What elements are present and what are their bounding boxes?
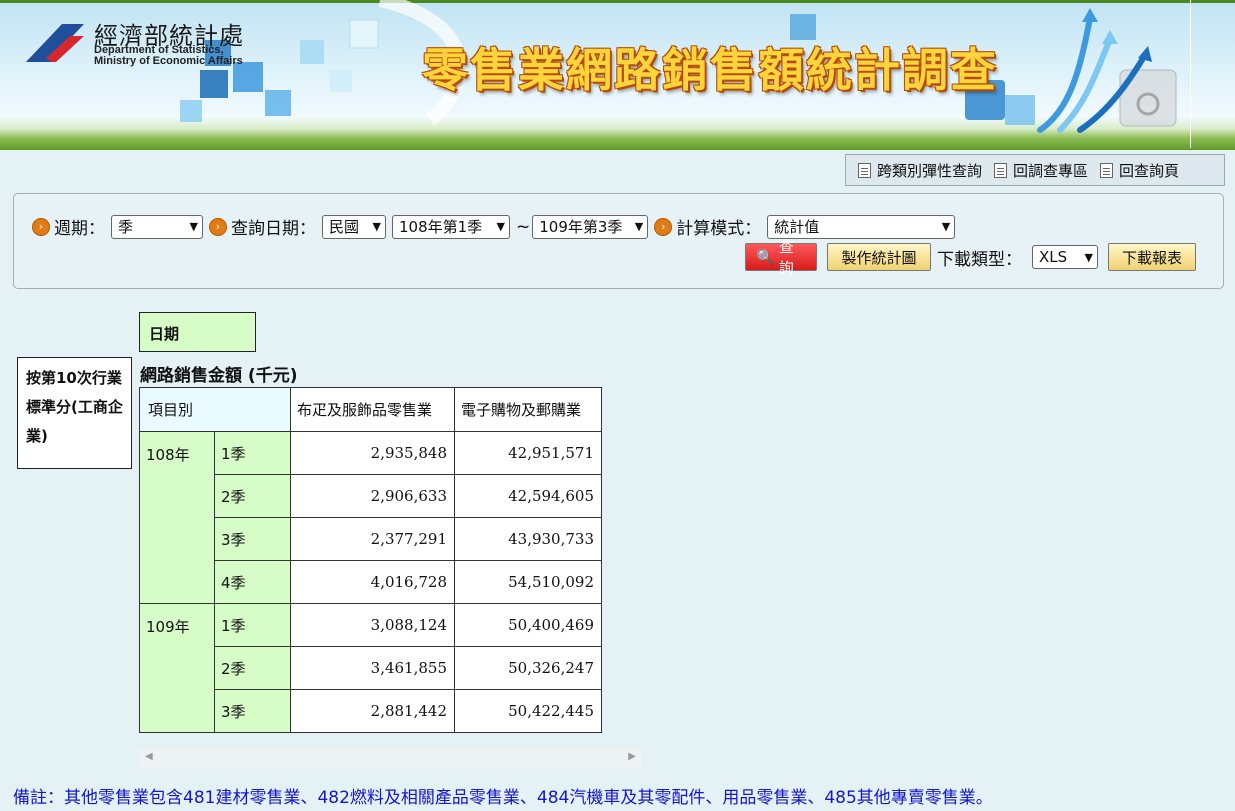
calendar-select[interactable]: 民國 ▼ <box>322 214 386 239</box>
year-cell: 108年 <box>139 431 215 604</box>
query-row: › 週期： 季 ▼ › 查詢日期： 民國 ▼ 108年第1季 ▼ ~ 109年第… <box>32 214 961 239</box>
chevron-down-icon: ▼ <box>1084 250 1093 264</box>
quarter-cell: 2季 <box>214 474 291 518</box>
value-cell: 3,461,855 <box>290 646 455 690</box>
top-link-bar: 跨類別彈性查詢 回調查專區 回查詢頁 <box>845 154 1225 186</box>
arrow-bullet-icon: › <box>209 217 227 236</box>
value-cell: 3,088,124 <box>290 603 455 647</box>
value-cell: 2,881,442 <box>290 689 455 733</box>
date-dimension-header[interactable]: 日期 <box>139 312 256 352</box>
value-cell: 4,016,728 <box>290 560 455 604</box>
quarter-cell: 4季 <box>214 560 291 604</box>
value-cell: 50,400,469 <box>454 603 602 647</box>
start-period-select[interactable]: 108年第1季 ▼ <box>392 214 510 239</box>
chevron-down-icon: ▼ <box>372 220 381 233</box>
scroll-right-icon[interactable]: ▶ <box>628 751 636 762</box>
link-label: 回調查專區 <box>1013 161 1089 180</box>
chevron-down-icon: ▼ <box>634 220 644 233</box>
banner-divider <box>1190 0 1191 148</box>
table-row: 109年 1季 3,088,124 50,400,469 <box>139 603 602 733</box>
query-panel: › 週期： 季 ▼ › 查詢日期： 民國 ▼ 108年第1季 ▼ ~ 109年第… <box>13 193 1224 289</box>
download-report-button[interactable]: 下載報表 <box>1108 243 1196 271</box>
scroll-left-icon[interactable]: ◀ <box>145 751 153 762</box>
period-select[interactable]: 季 ▼ <box>111 214 203 239</box>
industry-dimension-header[interactable]: 按第10次行業標準分(工商企業) <box>17 357 132 469</box>
query-button-label: 查詢 <box>778 238 794 277</box>
end-period-select[interactable]: 109年第3季 ▼ <box>532 214 649 239</box>
mode-select[interactable]: 統計值 ▼ <box>767 214 956 239</box>
value-cell: 42,951,571 <box>454 431 602 475</box>
horizontal-scrollbar[interactable]: ◀ ▶ <box>139 748 642 768</box>
make-chart-button[interactable]: 製作統計圖 <box>827 243 931 271</box>
arrow-bullet-icon: › <box>32 217 50 236</box>
value-cell: 50,326,247 <box>454 646 602 690</box>
table-title: 網路銷售金額 (千元) <box>140 366 298 386</box>
mode-value: 統計值 <box>774 218 820 236</box>
year-cell: 109年 <box>139 603 215 733</box>
back-to-query-link[interactable]: 回查詢頁 <box>1100 160 1179 181</box>
column-header: 布疋及服飾品零售業 <box>290 387 455 432</box>
document-icon <box>858 162 871 178</box>
arrow-bullet-icon: › <box>654 217 673 236</box>
logo-english-line2: Ministry of Economic Affairs <box>94 55 243 67</box>
value-cell: 54,510,092 <box>454 560 602 604</box>
chevron-down-icon: ▼ <box>189 220 198 233</box>
dost-logo-icon <box>26 24 84 62</box>
document-icon <box>1100 162 1114 178</box>
page-title: 零售業網路銷售額統計調查 <box>422 43 998 97</box>
table-row: 108年 1季 2,935,848 42,951,571 <box>139 431 602 604</box>
value-cell: 2,935,848 <box>290 431 455 475</box>
cross-category-query-link[interactable]: 跨類別彈性查詢 <box>858 160 982 181</box>
table-header-row: 項目別 布疋及服飾品零售業 電子購物及郵購業 <box>139 387 602 432</box>
footnote: 備註：其他零售業包含481建材零售業、482燃料及相關產品零售業、484汽機車及… <box>13 788 993 808</box>
period-value: 季 <box>118 218 134 236</box>
data-table: 項目別 布疋及服飾品零售業 電子購物及郵購業 108年 1季 2,935,848… <box>139 387 602 733</box>
value-cell: 43,930,733 <box>454 517 602 561</box>
download-type-select[interactable]: XLS ▼ <box>1032 245 1098 269</box>
back-to-survey-link[interactable]: 回調查專區 <box>994 160 1088 181</box>
range-separator: ~ <box>516 216 531 237</box>
value-cell: 2,906,633 <box>290 474 455 518</box>
quarter-cell: 1季 <box>214 603 291 647</box>
document-icon <box>994 162 1008 178</box>
header-banner: 經濟部統計處 Department of Statistics, Ministr… <box>0 0 1235 150</box>
chevron-down-icon: ▼ <box>941 220 951 233</box>
ministry-logo[interactable]: 經濟部統計處 Department of Statistics, Ministr… <box>22 14 272 70</box>
start-period-value: 108年第1季 <box>399 218 483 236</box>
end-period-value: 109年第3季 <box>539 218 623 236</box>
search-icon: 🔍 <box>756 248 775 266</box>
download-type-label: 下載類型： <box>937 249 1022 270</box>
query-button[interactable]: 🔍 查詢 <box>745 238 817 277</box>
value-cell: 50,422,445 <box>454 689 602 733</box>
link-label: 跨類別彈性查詢 <box>877 161 983 180</box>
value-cell: 2,377,291 <box>290 517 455 561</box>
value-cell: 42,594,605 <box>454 474 602 518</box>
item-header: 項目別 <box>139 387 291 432</box>
chevron-down-icon: ▼ <box>496 220 505 233</box>
column-header: 電子購物及郵購業 <box>454 387 602 432</box>
quarter-cell: 3季 <box>214 517 291 561</box>
quarter-cell: 1季 <box>214 431 291 475</box>
link-label: 回查詢頁 <box>1119 161 1180 180</box>
action-row: 🔍 查詢 製作統計圖 下載類型： XLS ▼ 下載報表 <box>745 238 1206 277</box>
quarter-cell: 3季 <box>214 689 291 733</box>
mode-label: 計算模式： <box>676 219 762 239</box>
quarter-cell: 2季 <box>214 646 291 690</box>
date-label: 查詢日期： <box>231 219 316 239</box>
download-type-value: XLS <box>1039 248 1068 266</box>
calendar-value: 民國 <box>329 218 360 236</box>
period-label: 週期： <box>54 219 105 239</box>
